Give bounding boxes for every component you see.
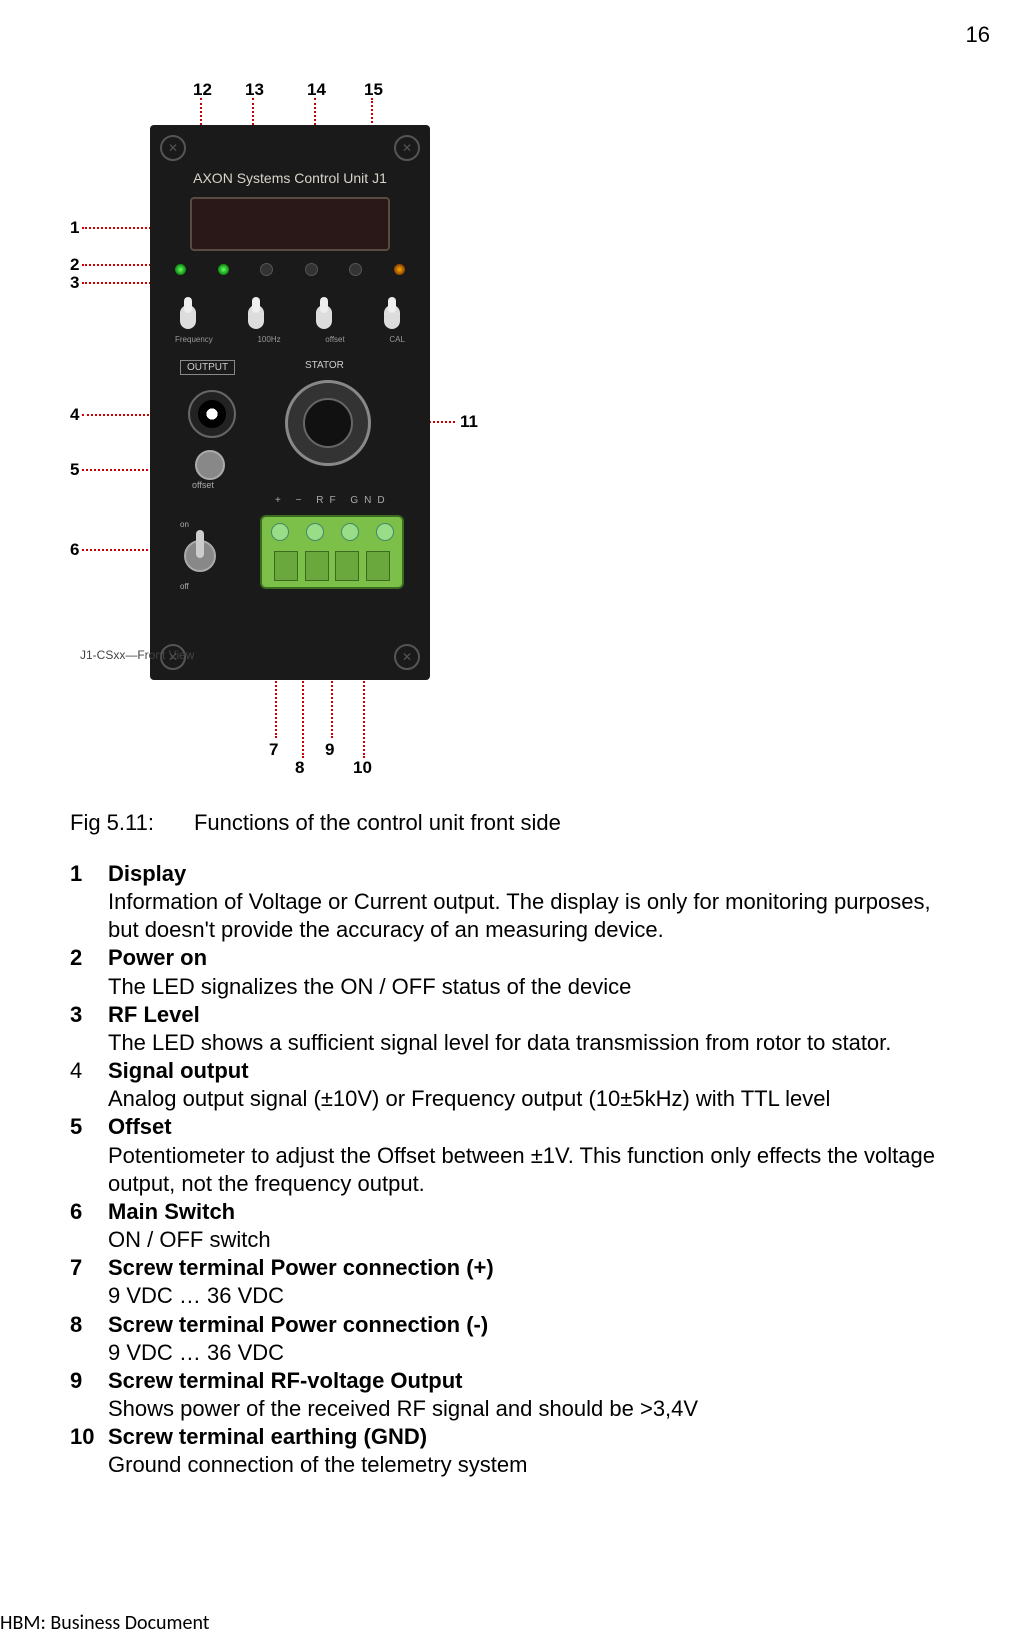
legend-desc: The LED signalizes the ON / OFF status o… [108, 973, 966, 1001]
terminal-header: + − RF GND [275, 495, 391, 506]
switch-off-label: off [180, 582, 220, 592]
legend-title: Screw terminal Power connection (+) [108, 1254, 966, 1282]
led-filter [305, 263, 318, 276]
legend-number: 2 [70, 944, 108, 1000]
led-row [175, 260, 405, 278]
legend-desc: Analog output signal (±10V) or Frequency… [108, 1085, 966, 1113]
legend-number: 8 [70, 1311, 108, 1367]
legend-title: Screw terminal Power connection (-) [108, 1311, 966, 1339]
figure-caption: Fig 5.11: Functions of the control unit … [70, 810, 561, 836]
callout-13: 13 [245, 80, 264, 100]
toggle-cal[interactable] [384, 305, 400, 329]
label-frequency: Frequency [175, 335, 213, 344]
callout-1: 1 [70, 218, 79, 238]
stator-connector[interactable] [285, 380, 371, 466]
legend-number: 10 [70, 1423, 108, 1479]
legend-desc: 9 VDC … 36 VDC [108, 1339, 966, 1367]
led-power [175, 264, 186, 275]
label-cal: CAL [389, 335, 405, 344]
panel-title: AXON Systems Control Unit J1 [150, 170, 430, 186]
callout-10: 10 [353, 758, 372, 778]
page-number: 16 [966, 22, 990, 48]
panel-screw-icon [394, 644, 420, 670]
callout-5: 5 [70, 460, 79, 480]
toggle-offset[interactable] [316, 305, 332, 329]
callout-8: 8 [295, 758, 304, 778]
toggle-100hz[interactable] [248, 305, 264, 329]
callout-2: 2 [70, 255, 79, 275]
bnc-output[interactable] [188, 390, 236, 438]
legend-title: Main Switch [108, 1198, 966, 1226]
callout-9: 9 [325, 740, 334, 760]
caption-label: Fig 5.11: [70, 810, 154, 836]
legend-number: 9 [70, 1367, 108, 1423]
legend-number: 1 [70, 860, 108, 944]
legend-number: 7 [70, 1254, 108, 1310]
legend-title: Display [108, 860, 966, 888]
toggle-labels: Frequency 100Hz offset CAL [175, 335, 405, 344]
led-cal [394, 264, 405, 275]
figure: 12 13 14 15 1 2 3 4 5 6 11 7 8 9 10 [70, 80, 530, 780]
legend-title: RF Level [108, 1001, 966, 1029]
display [190, 197, 390, 251]
label-100hz: 100Hz [257, 335, 280, 344]
led-mode [349, 263, 362, 276]
legend-title: Signal output [108, 1057, 966, 1085]
main-switch[interactable]: on off [180, 520, 220, 580]
legend-number: 3 [70, 1001, 108, 1057]
legend-desc: 9 VDC … 36 VDC [108, 1282, 966, 1310]
legend-list: 1DisplayInformation of Voltage or Curren… [70, 860, 966, 1479]
led-rf [218, 264, 229, 275]
panel-screw-icon [160, 135, 186, 161]
legend-title: Screw terminal RF-voltage Output [108, 1367, 966, 1395]
toggle-frequency[interactable] [180, 305, 196, 329]
device-panel: AXON Systems Control Unit J1 Frequency 1… [150, 125, 430, 680]
legend-desc: ON / OFF switch [108, 1226, 966, 1254]
switch-on-label: on [180, 520, 220, 530]
legend-desc: Potentiometer to adjust the Offset betwe… [108, 1142, 966, 1198]
callout-14: 14 [307, 80, 326, 100]
callout-15: 15 [364, 80, 383, 100]
screw-terminal-block[interactable] [260, 515, 404, 589]
legend-number: 5 [70, 1113, 108, 1197]
callout-6: 6 [70, 540, 79, 560]
callout-7: 7 [269, 740, 278, 760]
legend-number: 6 [70, 1198, 108, 1254]
toggle-row [180, 305, 400, 329]
offset-potentiometer[interactable] [195, 450, 225, 480]
footer: HBM: Business Document [0, 1611, 210, 1635]
front-view-label: J1-CSxx—Front View [80, 648, 194, 662]
panel-screw-icon [394, 135, 420, 161]
legend-title: Power on [108, 944, 966, 972]
led-signal [260, 263, 273, 276]
legend-desc: Information of Voltage or Current output… [108, 888, 966, 944]
legend-desc: Ground connection of the telemetry syste… [108, 1451, 966, 1479]
label-offset: offset [325, 335, 344, 344]
legend-title: Offset [108, 1113, 966, 1141]
callout-12: 12 [193, 80, 212, 100]
section-stator-label: STATOR [305, 360, 344, 371]
callout-11: 11 [460, 412, 478, 432]
callout-3: 3 [70, 273, 79, 293]
section-output-label: OUTPUT [180, 360, 235, 375]
caption-text: Functions of the control unit front side [194, 810, 561, 836]
offset-pot-label: offset [192, 480, 214, 490]
callout-4: 4 [70, 405, 79, 425]
legend-desc: The LED shows a sufficient signal level … [108, 1029, 966, 1057]
legend-number: 4 [70, 1057, 108, 1113]
legend-title: Screw terminal earthing (GND) [108, 1423, 966, 1451]
legend-desc: Shows power of the received RF signal an… [108, 1395, 966, 1423]
